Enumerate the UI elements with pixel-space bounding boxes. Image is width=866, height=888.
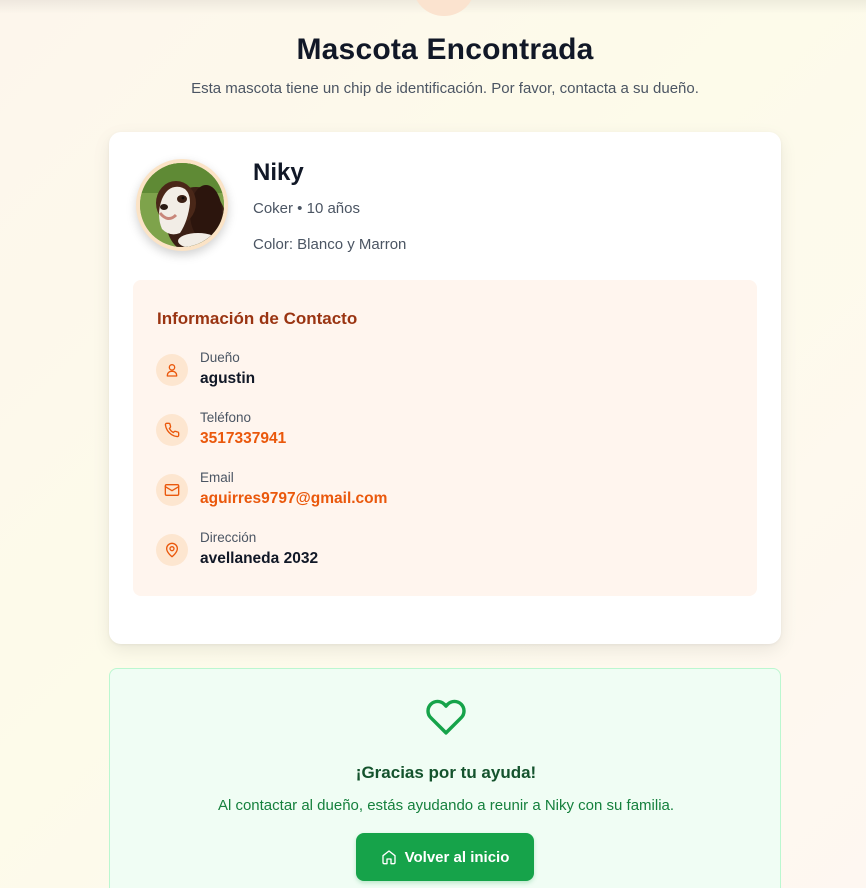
back-home-label: Volver al inicio xyxy=(404,848,510,866)
phone-label: Teléfono xyxy=(200,410,252,425)
thanks-title: ¡Gracias por tu ayuda! xyxy=(355,763,537,782)
pet-card: Niky Coker • 10 años Color: Blanco y Mar… xyxy=(109,132,781,644)
page-subtitle: Esta mascota tiene un chip de identifica… xyxy=(191,80,699,97)
email-label: Email xyxy=(200,470,234,485)
contact-row-owner: Dueño agustin xyxy=(156,350,716,400)
user-icon xyxy=(156,354,188,386)
map-pin-icon xyxy=(156,534,188,566)
phone-link[interactable]: 3517337941 xyxy=(200,430,286,448)
address-value: avellaneda 2032 xyxy=(200,550,319,567)
mail-icon xyxy=(156,474,188,506)
phone-icon xyxy=(156,414,188,446)
pet-name: Niky xyxy=(253,159,304,186)
pet-color: Color: Blanco y Marron xyxy=(253,236,407,253)
email-link[interactable]: aguirres9797@gmail.com xyxy=(200,490,387,508)
page-title: Mascota Encontrada xyxy=(296,33,594,66)
pet-avatar xyxy=(136,159,228,251)
dog-photo xyxy=(140,163,224,247)
owner-value: agustin xyxy=(200,370,256,387)
thanks-box: ¡Gracias por tu ayuda! Al contactar al d… xyxy=(109,668,781,888)
address-label: Dirección xyxy=(200,530,257,545)
contact-row-phone: Teléfono 3517337941 xyxy=(156,410,716,460)
back-home-button[interactable]: Volver al inicio xyxy=(356,833,534,881)
owner-label: Dueño xyxy=(200,350,240,365)
home-icon xyxy=(381,850,396,865)
contact-row-email: Email aguirres9797@gmail.com xyxy=(156,470,716,520)
heart-icon xyxy=(425,698,467,741)
contact-info-box: Información de Contacto Dueño agustin Te… xyxy=(133,280,757,596)
pet-breed-age: Coker • 10 años xyxy=(253,200,360,217)
contact-row-address: Dirección avellaneda 2032 xyxy=(156,530,716,580)
thanks-text: Al contactar al dueño, estás ayudando a … xyxy=(217,797,675,814)
contact-title: Información de Contacto xyxy=(157,309,358,328)
